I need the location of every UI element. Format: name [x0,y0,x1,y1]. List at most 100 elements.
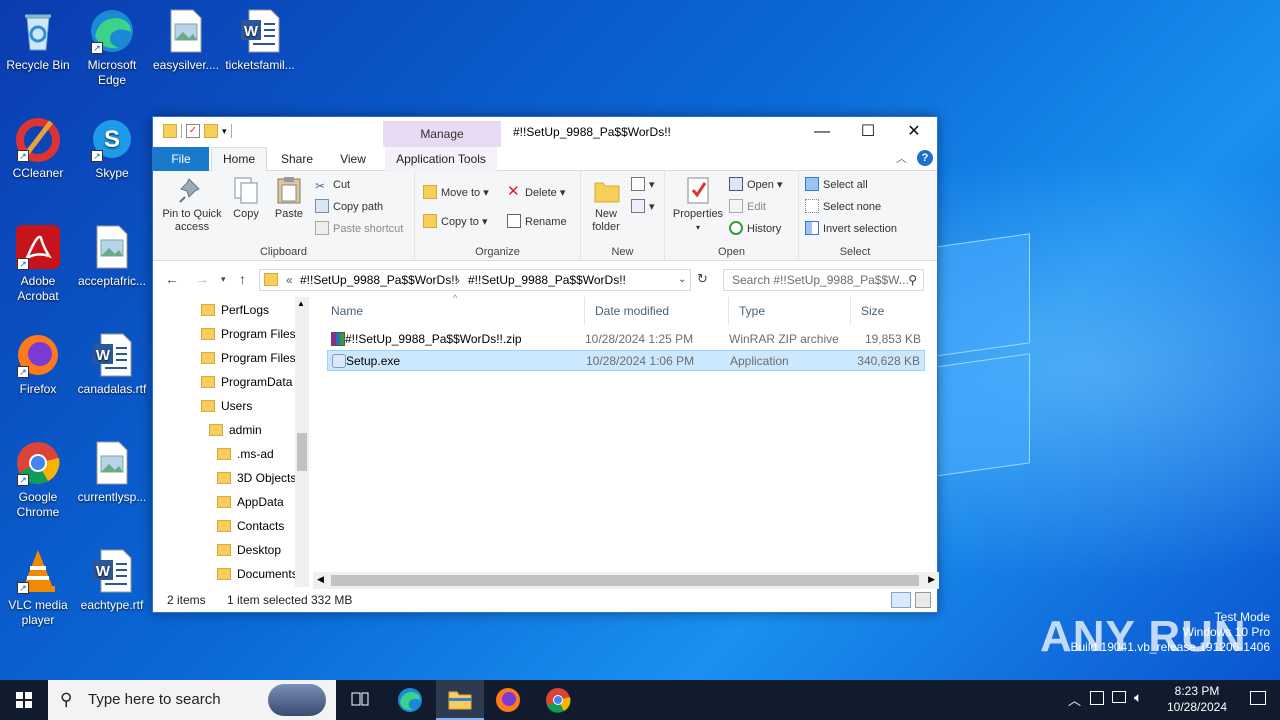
desktop-icon-skype[interactable]: S ↗ Skype [74,116,150,181]
column-header-type[interactable]: Type [729,297,851,325]
up-arrow-icon[interactable]: ↑ [239,271,246,287]
title-bar[interactable]: ✓ ▾ Manage #!!SetUp_9988_Pa$$WorDs!! — ☐… [153,117,937,147]
delete-button[interactable]: ✕ Delete ▾ [507,184,565,202]
taskbar-edge[interactable] [386,680,434,720]
file-row[interactable]: Setup.exe 10/28/2024 1:06 PM Application 34… [327,350,925,371]
pin-quick-access-button[interactable]: Pin to Quick access [159,175,225,234]
taskbar-search-box[interactable]: ⚲ Type here to search [48,680,336,720]
scroll-thumb[interactable] [331,575,919,586]
network-icon[interactable] [1090,691,1104,705]
scroll-thumb[interactable] [297,433,307,471]
taskbar-file-explorer[interactable] [436,680,484,720]
scroll-up-icon[interactable]: ▲ [297,299,305,308]
nav-item[interactable]: Users [201,395,252,417]
desktop-icon-vlc[interactable]: ↗ VLC media player [0,548,76,628]
desktop-icon-ccleaner[interactable]: ↗ CCleaner [0,116,76,181]
select-all-button[interactable]: Select all [805,176,868,194]
close-button[interactable]: ✕ [891,117,937,147]
nav-item[interactable]: Program Files [201,347,296,369]
easy-access-button[interactable]: ▾ [631,198,655,216]
file-row[interactable]: #!!SetUp_9988_Pa$$WorDs!!.zip 10/28/2024 … [327,329,925,350]
desktop-icon-acrobat[interactable]: ↗ Adobe Acrobat [0,224,76,304]
cut-button[interactable]: ✂ Cut [315,176,350,194]
desktop-icon-canadalas[interactable]: W canadalas.rtf [74,332,150,397]
nav-scrollbar[interactable]: ▲ [295,297,309,587]
nav-item[interactable]: 3D Objects [217,467,296,489]
scroll-left-icon[interactable]: ◀ [317,574,324,585]
chevron-down-icon[interactable]: ▾ [222,126,227,137]
large-icons-view-icon[interactable] [915,592,931,608]
paste-button[interactable]: Paste [269,175,309,221]
copy-button[interactable]: Copy [227,175,265,221]
chevron-down-icon[interactable]: ⌄ [678,270,686,290]
desktop-icon-recycle-bin[interactable]: Recycle Bin [0,8,76,73]
back-arrow-icon[interactable]: ← [165,271,179,287]
breadcrumb-separator[interactable]: › [456,270,460,290]
minimize-button[interactable]: — [799,117,845,147]
properties-icon[interactable]: ✓ [186,124,200,138]
tab-application-tools[interactable]: Application Tools [385,147,497,171]
collapse-ribbon-icon[interactable]: ︿ [896,150,907,166]
horizontal-scrollbar[interactable]: ◀ ▶ [313,572,939,589]
recent-locations-icon[interactable]: ▾ [221,274,226,285]
tab-home[interactable]: Home [223,147,255,171]
nav-item[interactable]: Program Files [201,323,296,345]
column-header-size[interactable]: Size [851,297,931,325]
column-header-name[interactable]: Name [321,297,585,325]
nav-item[interactable]: .ms-ad [217,443,274,465]
clock[interactable]: 8:23 PM 10/28/2024 [1156,683,1238,715]
nav-item[interactable]: AppData [217,491,284,513]
maximize-button[interactable]: ☐ [845,117,891,147]
history-button[interactable]: History [729,220,781,238]
new-item-button[interactable]: ▾ [631,176,655,194]
taskbar-chrome[interactable] [534,680,582,720]
nav-item[interactable]: Documents [217,563,298,585]
new-folder-icon[interactable] [204,124,218,138]
nav-item[interactable]: PerfLogs [201,299,269,321]
tab-view[interactable]: View [333,147,373,171]
volume-icon[interactable]: 🔈︎ [1134,689,1142,706]
copy-path-button[interactable]: Copy path [315,198,383,216]
desktop-icon-easysilver[interactable]: easysilver.... [148,8,224,73]
column-header-date[interactable]: Date modified [585,297,729,325]
address-bar[interactable]: « #!!SetUp_9988_Pa$$WorDs!! › #!!SetUp_9… [259,269,691,291]
desktop-icon-edge[interactable]: ↗ Microsoft Edge [74,8,150,88]
properties-button[interactable]: Properties ▾ [667,175,729,234]
help-icon[interactable]: ? [917,150,933,166]
breadcrumb-current[interactable]: #!!SetUp_9988_Pa$$WorDs!! [468,270,626,290]
details-view-icon[interactable] [891,592,911,608]
select-none-button[interactable]: Select none [805,198,881,216]
nav-item[interactable]: Contacts [217,515,284,537]
monitor-icon[interactable] [1112,691,1126,703]
scroll-right-icon[interactable]: ▶ [928,574,935,585]
task-view-button[interactable] [336,680,384,720]
chevron-up-icon[interactable]: ︿ [1068,690,1081,709]
nav-item[interactable]: Desktop [217,539,281,561]
nav-item[interactable]: admin [209,419,262,441]
breadcrumb-parent[interactable]: #!!SetUp_9988_Pa$$WorDs!! [300,270,458,290]
file-explorer-window[interactable]: ✓ ▾ Manage #!!SetUp_9988_Pa$$WorDs!! — ☐… [152,116,939,613]
rename-button[interactable]: Rename [507,213,567,231]
desktop-icon-chrome[interactable]: ↗ Google Chrome [0,440,76,520]
desktop-icon-firefox[interactable]: ↗ Firefox [0,332,76,397]
edit-button[interactable]: Edit [729,198,766,216]
new-folder-button[interactable]: New folder [585,175,627,234]
invert-selection-button[interactable]: Invert selection [805,220,897,238]
open-button[interactable]: Open ▾ [729,176,783,194]
desktop-icon-ticketsfamil[interactable]: W ticketsfamil... [222,8,298,73]
taskbar-firefox[interactable] [484,680,532,720]
refresh-icon[interactable]: ↻ [697,271,708,287]
start-button[interactable] [0,680,48,720]
nav-item[interactable]: ProgramData [201,371,292,393]
forward-arrow-icon[interactable]: → [195,271,209,287]
tab-share[interactable]: Share [277,147,317,171]
search-input[interactable]: Search #!!SetUp_9988_Pa$$W... ⚲ [723,269,924,291]
address-overflow[interactable]: « [286,270,293,290]
desktop-icon-acceptafric[interactable]: acceptafric... [74,224,150,289]
manage-contextual-tab[interactable]: Manage [383,121,501,147]
desktop-icon-eachtype[interactable]: W eachtype.rtf [74,548,150,613]
desktop-icon-currentlysp[interactable]: currentlysp... [74,440,150,505]
copy-to-button[interactable]: Copy to ▾ [423,213,488,231]
tab-file[interactable]: File [153,147,209,171]
paste-shortcut-button[interactable]: Paste shortcut [315,220,403,238]
